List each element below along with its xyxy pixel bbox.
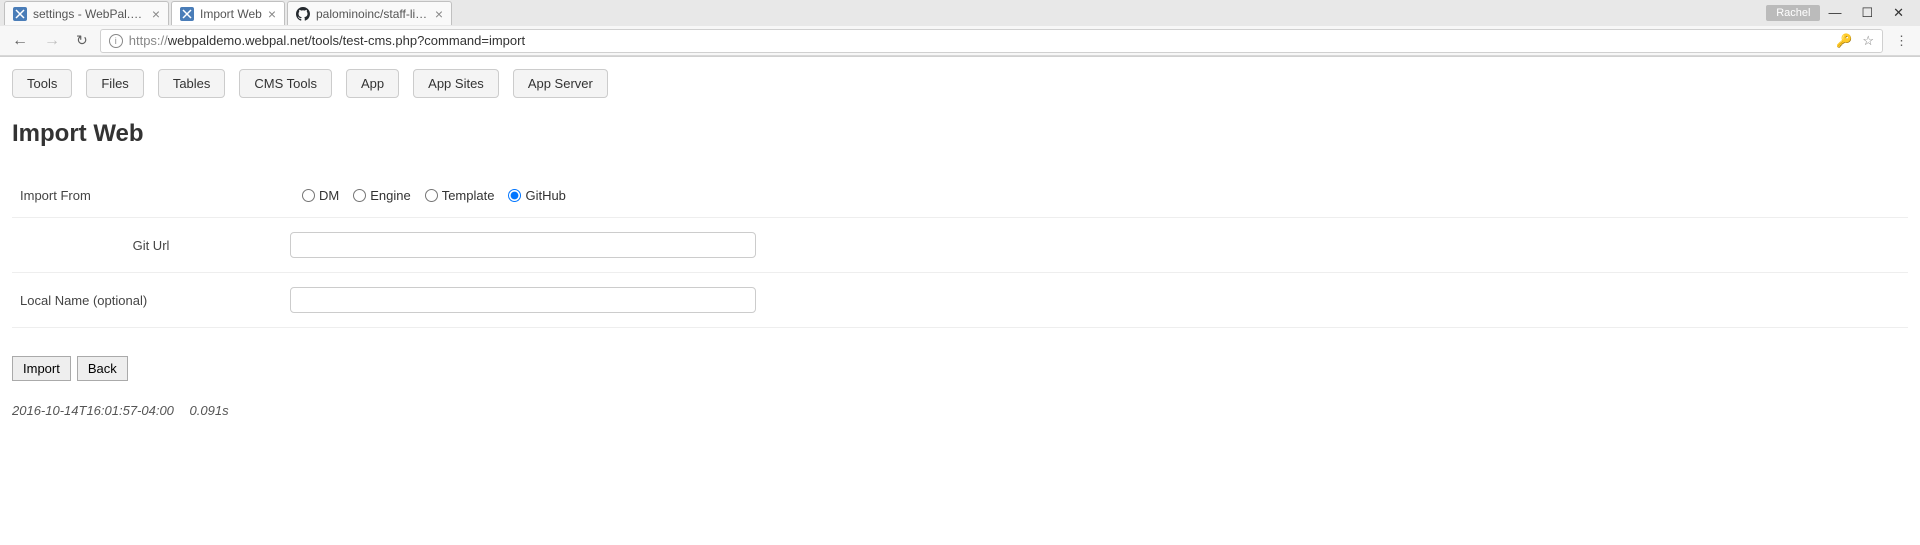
tables-button[interactable]: Tables [158,69,226,98]
browser-tab-2[interactable]: palominoinc/staff-list: Lis × [287,1,452,25]
footer-duration: 0.091s [190,403,229,418]
app-sites-button[interactable]: App Sites [413,69,499,98]
radio-dm-input[interactable] [302,189,315,202]
bookmark-star-icon[interactable]: ☆ [1862,33,1874,49]
site-info-icon[interactable]: i [109,34,123,48]
user-badge[interactable]: Rachel [1766,5,1820,21]
import-button[interactable]: Import [12,356,71,381]
close-icon[interactable]: × [268,7,276,21]
close-window-icon[interactable]: ✕ [1893,5,1904,21]
reload-icon[interactable]: ↻ [72,32,92,49]
back-button[interactable]: Back [77,356,128,381]
url-path: webpaldemo.webpal.net/tools/test-cms.php… [168,33,525,48]
git-url-control [290,232,1908,258]
browser-menu-icon[interactable]: ⋮ [1891,33,1912,49]
github-icon [296,7,310,21]
action-buttons: Import Back [12,356,1908,381]
radio-template[interactable]: Template [425,188,495,203]
radio-template-label: Template [442,188,495,203]
address-bar-row: ← → ↻ i https://webpaldemo.webpal.net/to… [0,26,1920,56]
tools-button[interactable]: Tools [12,69,72,98]
favicon-icon [13,7,27,21]
back-icon[interactable]: ← [8,32,32,50]
local-name-control [290,287,1908,313]
minimize-icon[interactable]: — [1828,5,1841,21]
app-button[interactable]: App [346,69,399,98]
forward-icon: → [40,32,64,50]
radio-dm-label: DM [319,188,339,203]
url-text: https://webpaldemo.webpal.net/tools/test… [129,33,525,48]
close-icon[interactable]: × [435,7,443,21]
page-footer: 2016-10-14T16:01:57-04:00 0.091s [12,403,1908,418]
radio-github[interactable]: GitHub [508,188,565,203]
import-from-label: Import From [12,188,290,203]
url-protocol: https:// [129,33,168,48]
radio-engine-input[interactable] [353,189,366,202]
maximize-icon[interactable]: ☐ [1861,5,1873,21]
close-icon[interactable]: × [152,7,160,21]
git-url-row: Git Url [12,218,1908,273]
page-content: Tools Files Tables CMS Tools App App Sit… [0,57,1920,430]
page-toolbar: Tools Files Tables CMS Tools App App Sit… [12,69,1908,98]
browser-tab-1[interactable]: Import Web × [171,1,285,25]
tab-title: palominoinc/staff-list: Lis [316,7,429,21]
browser-chrome: settings - WebPal.net Clo × Import Web ×… [0,0,1920,57]
browser-tab-0[interactable]: settings - WebPal.net Clo × [4,1,169,25]
cms-tools-button[interactable]: CMS Tools [239,69,332,98]
files-button[interactable]: Files [86,69,143,98]
local-name-label: Local Name (optional) [12,293,290,308]
git-url-label: Git Url [12,238,290,253]
radio-engine-label: Engine [370,188,410,203]
footer-timestamp: 2016-10-14T16:01:57-04:00 [12,403,174,418]
radio-github-input[interactable] [508,189,521,202]
import-from-row: Import From DM Engine Template GitHub [12,174,1908,218]
omnibox-actions: 🔑 ☆ [1836,33,1874,49]
favicon-icon [180,7,194,21]
tab-strip: settings - WebPal.net Clo × Import Web ×… [0,0,1920,26]
local-name-input[interactable] [290,287,756,313]
saved-password-icon[interactable]: 🔑 [1836,33,1852,49]
radio-github-label: GitHub [525,188,565,203]
address-bar[interactable]: i https://webpaldemo.webpal.net/tools/te… [100,29,1883,53]
local-name-row: Local Name (optional) [12,273,1908,328]
import-from-options: DM Engine Template GitHub [290,188,1908,203]
window-controls: — ☐ ✕ [1828,5,1920,21]
tab-title: Import Web [200,7,262,21]
app-server-button[interactable]: App Server [513,69,608,98]
radio-engine[interactable]: Engine [353,188,410,203]
radio-dm[interactable]: DM [302,188,339,203]
git-url-input[interactable] [290,232,756,258]
radio-template-input[interactable] [425,189,438,202]
page-title: Import Web [12,120,1908,148]
tab-title: settings - WebPal.net Clo [33,7,146,21]
